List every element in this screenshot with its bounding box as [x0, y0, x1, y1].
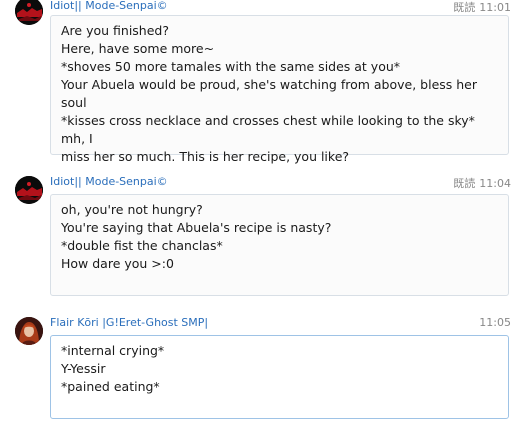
- timestamp: 11:04: [479, 177, 511, 190]
- dark-red-avatar-icon: [15, 0, 43, 25]
- message-line: *internal crying*: [61, 343, 165, 358]
- avatar[interactable]: [15, 176, 43, 204]
- sender-name[interactable]: Idiot|| Mode-Senpai©: [50, 175, 168, 188]
- avatar[interactable]: [15, 0, 43, 25]
- message-line: *pained eating*: [61, 379, 160, 394]
- sender-name[interactable]: Flair Kōri |G!Eret-Ghost SMP|: [50, 316, 208, 329]
- chat-log: Idiot|| Mode-Senpai© 既読 11:01 Are you fin…: [0, 0, 517, 424]
- message-line: *shoves 50 more tamales with the same si…: [61, 59, 401, 74]
- message-bubble[interactable]: oh, you're not hungry? You're saying tha…: [50, 194, 509, 296]
- red-haired-character-avatar-icon: [15, 317, 43, 345]
- message-line: *double fist the chanclas*: [61, 238, 223, 253]
- dark-red-avatar-icon: [15, 176, 43, 204]
- message-line: Y-Yessir: [61, 361, 106, 376]
- message-line: You're saying that Abuela's recipe is na…: [61, 220, 332, 235]
- message-bubble[interactable]: *internal crying* Y-Yessir *pained eatin…: [50, 335, 509, 419]
- message-meta: 11:05: [479, 316, 511, 329]
- avatar[interactable]: [15, 317, 43, 345]
- message-line: oh, you're not hungry?: [61, 202, 203, 217]
- message-line: How dare you >:0: [61, 256, 174, 271]
- sender-name[interactable]: Idiot|| Mode-Senpai©: [50, 0, 168, 12]
- message-bubble[interactable]: Are you finished? Here, have some more~ …: [50, 15, 509, 164]
- read-receipt: 既読: [453, 1, 476, 14]
- message-meta: 既読 11:04: [453, 175, 511, 191]
- message-line: Are you finished?: [61, 23, 169, 38]
- message-line: miss her so much. This is her recipe, yo…: [61, 149, 350, 164]
- message-line: Your Abuela would be proud, she's watchi…: [61, 77, 478, 110]
- timestamp: 11:05: [479, 316, 511, 329]
- message-line: *kisses cross necklace and crosses chest…: [61, 113, 475, 146]
- timestamp: 11:01: [479, 1, 511, 14]
- message-meta: 既読 11:01: [453, 0, 511, 15]
- read-receipt: 既読: [453, 177, 476, 190]
- message-line: Here, have some more~: [61, 41, 215, 56]
